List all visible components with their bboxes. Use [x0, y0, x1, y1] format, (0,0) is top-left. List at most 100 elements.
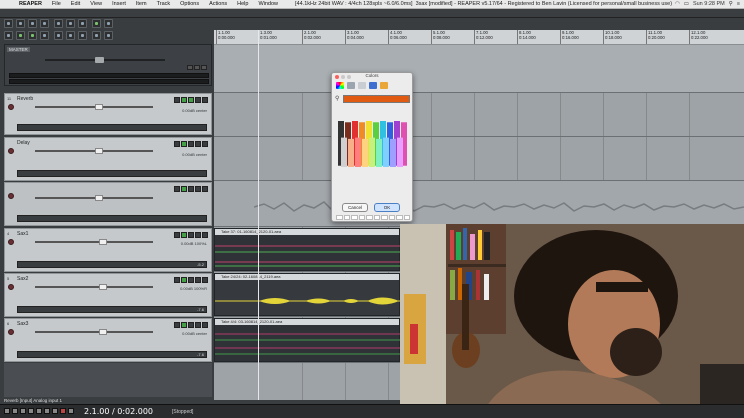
- io-button[interactable]: [174, 97, 180, 103]
- mute-button[interactable]: [195, 186, 201, 192]
- color-picker-dialog[interactable]: Colors ⚲ Cancel OK: [331, 72, 413, 222]
- record-arm-button[interactable]: [8, 284, 14, 290]
- volume-fader[interactable]: [35, 284, 153, 290]
- solo-button[interactable]: [202, 141, 208, 147]
- mute-button[interactable]: [195, 277, 201, 283]
- media-item[interactable]: Take 24/24: 02-160814_2119.aea: [214, 273, 401, 316]
- mute-button[interactable]: [195, 97, 201, 103]
- mute-button[interactable]: [195, 141, 201, 147]
- clock[interactable]: Sun 9:28 PM: [693, 1, 725, 7]
- io-button[interactable]: [174, 186, 180, 192]
- fx-button[interactable]: [181, 322, 187, 328]
- env-button[interactable]: [188, 141, 194, 147]
- envelope-icon[interactable]: [28, 31, 37, 40]
- go-to-start-icon[interactable]: [4, 408, 10, 414]
- ok-button[interactable]: OK: [374, 203, 400, 212]
- solo-button[interactable]: [202, 186, 208, 192]
- routing-icon[interactable]: [104, 31, 113, 40]
- master-fader-knob[interactable]: [95, 57, 104, 63]
- selected-color-swatch[interactable]: [343, 95, 410, 103]
- track-name[interactable]: Sax1: [17, 231, 28, 237]
- track-sax3[interactable]: 6 Sax3 0.00dB center -7.6: [4, 318, 212, 362]
- record-icon[interactable]: [60, 408, 66, 414]
- mixer-icon[interactable]: [92, 31, 101, 40]
- lane-delay[interactable]: [214, 137, 744, 181]
- sliders-icon[interactable]: [347, 82, 355, 89]
- grid-icon[interactable]: [4, 31, 13, 40]
- menu-window[interactable]: Window: [253, 1, 283, 7]
- lane-reverb[interactable]: [214, 93, 744, 137]
- menu-file[interactable]: File: [47, 1, 66, 7]
- menu-options[interactable]: Options: [175, 1, 204, 7]
- env-button[interactable]: [188, 97, 194, 103]
- go-to-end-icon[interactable]: [52, 408, 58, 414]
- track-folder[interactable]: [4, 182, 212, 226]
- record-arm-button[interactable]: [8, 193, 14, 199]
- mute-button[interactable]: [195, 232, 201, 238]
- track-name[interactable]: Reverb: [17, 96, 33, 102]
- fx-button[interactable]: [181, 232, 187, 238]
- menu-view[interactable]: View: [85, 1, 107, 7]
- io-button[interactable]: [174, 232, 180, 238]
- time-display[interactable]: 2.1.00 / 0:02.000: [84, 407, 153, 416]
- master-mute-button[interactable]: [194, 65, 200, 70]
- color-wheel-icon[interactable]: [336, 82, 344, 89]
- fx-button[interactable]: [181, 141, 187, 147]
- timeline-ruler[interactable]: 1.1.00 0:00.000 1.3.00 0:01.000 2.1.00 0:02…: [214, 30, 744, 45]
- volume-fader[interactable]: [35, 104, 153, 110]
- media-item[interactable]: Take 4/4: 03-160814_2120-01.aea: [214, 318, 401, 362]
- forward-icon[interactable]: [44, 408, 50, 414]
- track-name[interactable]: Delay: [17, 140, 30, 146]
- menu-insert[interactable]: Insert: [107, 1, 131, 7]
- open-project-icon[interactable]: [16, 19, 25, 28]
- search-icon[interactable]: ⚲: [729, 1, 733, 7]
- track-name[interactable]: Sax2: [17, 276, 28, 282]
- master-fx-button[interactable]: [187, 65, 193, 70]
- volume-fader[interactable]: [35, 195, 153, 201]
- pause-icon[interactable]: [36, 408, 42, 414]
- lane-master[interactable]: [214, 45, 744, 93]
- palettes-icon[interactable]: [358, 82, 366, 89]
- menu-list-icon[interactable]: ≡: [737, 1, 740, 7]
- solo-button[interactable]: [202, 232, 208, 238]
- solo-button[interactable]: [202, 97, 208, 103]
- custom-color-cells[interactable]: [336, 215, 410, 220]
- volume-fader[interactable]: [35, 329, 153, 335]
- item-grouping-icon[interactable]: [40, 31, 49, 40]
- cancel-button[interactable]: Cancel: [342, 203, 368, 212]
- menu-actions[interactable]: Actions: [204, 1, 232, 7]
- crossfade-icon[interactable]: [54, 31, 63, 40]
- snap-icon[interactable]: [92, 19, 101, 28]
- rewind-icon[interactable]: [12, 408, 18, 414]
- track-delay[interactable]: Delay 0.00dB center: [4, 137, 212, 181]
- repeat-icon[interactable]: [68, 408, 74, 414]
- metronome-icon[interactable]: [78, 19, 87, 28]
- master-solo-button[interactable]: [201, 65, 207, 70]
- magnifier-icon[interactable]: ⚲: [335, 95, 339, 102]
- master-volume-fader[interactable]: [45, 57, 165, 63]
- env-button[interactable]: [188, 186, 194, 192]
- trim-icon[interactable]: [78, 31, 87, 40]
- lock-icon[interactable]: [16, 31, 25, 40]
- fx-button[interactable]: [181, 97, 187, 103]
- volume-fader[interactable]: [35, 239, 153, 245]
- fader-knob[interactable]: [99, 239, 107, 245]
- crayons-icon[interactable]: [380, 82, 388, 89]
- solo-button[interactable]: [202, 277, 208, 283]
- solo-button[interactable]: [202, 322, 208, 328]
- undo-icon[interactable]: [54, 19, 63, 28]
- new-project-icon[interactable]: [4, 19, 13, 28]
- spectrum-icon[interactable]: [369, 82, 377, 89]
- menu-edit[interactable]: Edit: [66, 1, 85, 7]
- menu-item[interactable]: Item: [131, 1, 152, 7]
- menu-track[interactable]: Track: [152, 1, 176, 7]
- edit-cursor[interactable]: [258, 30, 259, 400]
- env-button[interactable]: [188, 322, 194, 328]
- battery-icon[interactable]: ▭: [684, 1, 689, 7]
- menu-app-reaper[interactable]: REAPER: [14, 1, 47, 7]
- auto-crossfade-icon[interactable]: [66, 31, 75, 40]
- fader-knob[interactable]: [95, 148, 103, 154]
- env-button[interactable]: [188, 232, 194, 238]
- record-arm-button[interactable]: [8, 329, 14, 335]
- stop-icon[interactable]: [20, 408, 26, 414]
